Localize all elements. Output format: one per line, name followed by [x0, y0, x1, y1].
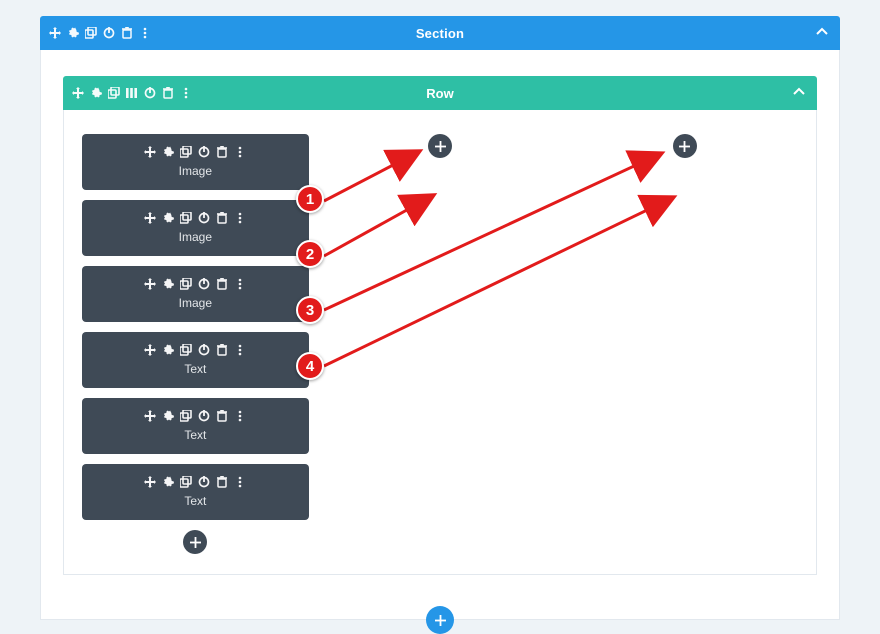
add-module-button-col1[interactable] [183, 530, 207, 554]
gear-icon[interactable] [159, 342, 177, 358]
section-toolbar [40, 22, 154, 44]
row-body: Image Image [63, 110, 817, 575]
module-toolbar [92, 342, 299, 358]
module-label: Text [92, 362, 299, 376]
module-label: Image [92, 230, 299, 244]
module-toolbar [92, 210, 299, 226]
more-icon[interactable] [231, 342, 249, 358]
module-toolbar [92, 408, 299, 424]
module-label: Text [92, 428, 299, 442]
section-collapse-toggle[interactable] [804, 26, 840, 41]
row-toolbar [63, 82, 195, 104]
module-image-3[interactable]: Image [82, 266, 309, 322]
gear-icon[interactable] [159, 408, 177, 424]
power-icon[interactable] [100, 22, 118, 44]
more-icon[interactable] [231, 276, 249, 292]
module-text-3[interactable]: Text [82, 464, 309, 520]
module-image-1[interactable]: Image [82, 134, 309, 190]
add-module-button-col3[interactable] [673, 134, 697, 158]
add-section-button[interactable] [426, 606, 454, 634]
trash-icon[interactable] [213, 474, 231, 490]
section-title: Section [40, 26, 840, 41]
move-icon[interactable] [69, 82, 87, 104]
duplicate-icon[interactable] [177, 276, 195, 292]
module-image-2[interactable]: Image [82, 200, 309, 256]
power-icon[interactable] [141, 82, 159, 104]
duplicate-icon[interactable] [177, 474, 195, 490]
duplicate-icon[interactable] [105, 82, 123, 104]
module-label: Image [92, 164, 299, 178]
more-icon[interactable] [231, 408, 249, 424]
duplicate-icon[interactable] [177, 144, 195, 160]
column-1: Image Image [82, 134, 309, 554]
module-label: Text [92, 494, 299, 508]
gear-icon[interactable] [159, 144, 177, 160]
move-icon[interactable] [141, 342, 159, 358]
power-icon[interactable] [195, 144, 213, 160]
gear-icon[interactable] [87, 82, 105, 104]
trash-icon[interactable] [118, 22, 136, 44]
trash-icon[interactable] [213, 408, 231, 424]
section-header: Section [40, 16, 840, 50]
move-icon[interactable] [141, 276, 159, 292]
module-toolbar [92, 474, 299, 490]
more-icon[interactable] [231, 144, 249, 160]
row-columns: Image Image [82, 134, 798, 554]
more-icon[interactable] [231, 210, 249, 226]
row-header: Row [63, 76, 817, 110]
columns-icon[interactable] [123, 82, 141, 104]
trash-icon[interactable] [213, 342, 231, 358]
more-icon[interactable] [231, 474, 249, 490]
module-toolbar [92, 276, 299, 292]
power-icon[interactable] [195, 210, 213, 226]
column-3 [571, 134, 798, 554]
column-2 [327, 134, 554, 554]
module-label: Image [92, 296, 299, 310]
move-icon[interactable] [141, 408, 159, 424]
trash-icon[interactable] [213, 210, 231, 226]
duplicate-icon[interactable] [177, 342, 195, 358]
module-text-2[interactable]: Text [82, 398, 309, 454]
move-icon[interactable] [141, 210, 159, 226]
power-icon[interactable] [195, 474, 213, 490]
duplicate-icon[interactable] [177, 210, 195, 226]
gear-icon[interactable] [64, 22, 82, 44]
duplicate-icon[interactable] [177, 408, 195, 424]
move-icon[interactable] [141, 474, 159, 490]
gear-icon[interactable] [159, 474, 177, 490]
trash-icon[interactable] [213, 144, 231, 160]
gear-icon[interactable] [159, 276, 177, 292]
more-icon[interactable] [177, 82, 195, 104]
move-icon[interactable] [141, 144, 159, 160]
module-text-1[interactable]: Text [82, 332, 309, 388]
module-toolbar [92, 144, 299, 160]
power-icon[interactable] [195, 408, 213, 424]
move-icon[interactable] [46, 22, 64, 44]
more-icon[interactable] [136, 22, 154, 44]
add-module-button-col2[interactable] [428, 134, 452, 158]
trash-icon[interactable] [213, 276, 231, 292]
power-icon[interactable] [195, 342, 213, 358]
row-collapse-toggle[interactable] [781, 86, 817, 101]
trash-icon[interactable] [159, 82, 177, 104]
duplicate-icon[interactable] [82, 22, 100, 44]
section-container: Section Row [40, 16, 840, 620]
section-body: Row Image [40, 50, 840, 620]
power-icon[interactable] [195, 276, 213, 292]
gear-icon[interactable] [159, 210, 177, 226]
